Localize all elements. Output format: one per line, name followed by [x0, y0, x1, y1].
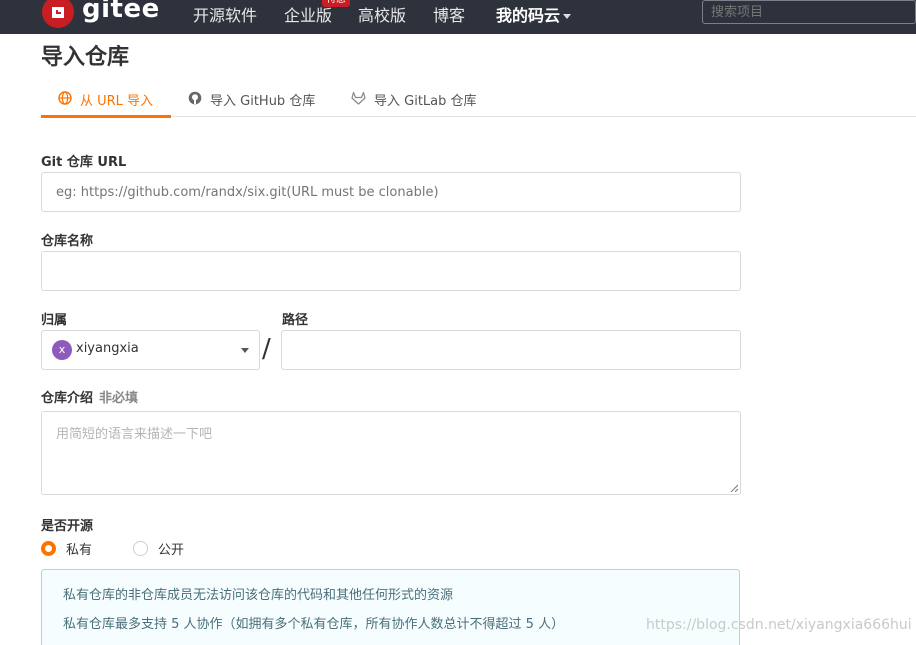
path-separator: / [262, 334, 271, 364]
nav-university[interactable]: 高校版 [358, 2, 406, 26]
radio-public[interactable]: 公开 [133, 539, 184, 558]
path-input[interactable] [281, 330, 741, 370]
tab-label: 导入 GitLab 仓库 [374, 94, 477, 109]
avatar: x [52, 340, 72, 360]
description-label: 仓库介绍 非必填 [41, 387, 138, 406]
tab-label: 导入 GitHub 仓库 [210, 94, 316, 109]
repo-name-input[interactable] [41, 251, 741, 291]
search-input[interactable] [702, 0, 916, 24]
tab-import-url[interactable]: 从 URL 导入 [58, 90, 153, 116]
nav-my-gitee-label: 我的码云 [496, 6, 561, 25]
owner-select[interactable]: x xiyangxia [41, 330, 260, 370]
info-line: 私有仓库的非仓库成员无法访问该仓库的代码和其他任何形式的资源 [63, 588, 454, 603]
info-line: 私有仓库最多支持 5 人协作（如拥有多个私有仓库，所有协作人数总计不得超过 5 … [63, 617, 565, 632]
radio-label: 公开 [158, 543, 185, 558]
private-info-box: 私有仓库的非仓库成员无法访问该仓库的代码和其他任何形式的资源 私有仓库最多支持 … [41, 569, 740, 645]
watermark: https://blog.csdn.net/xiyangxia666hui [646, 617, 912, 633]
description-label-text: 仓库介绍 [41, 391, 94, 406]
nav-open-source[interactable]: 开源软件 [193, 2, 257, 26]
chevron-down-icon [563, 14, 572, 19]
tab-import-gitlab[interactable]: 导入 GitLab 仓库 [351, 90, 477, 116]
optional-hint: 非必填 [99, 391, 139, 406]
logo-text[interactable]: gitee [82, 0, 160, 24]
tab-import-github[interactable]: 导入 GitHub 仓库 [188, 90, 315, 116]
git-url-label: Git 仓库 URL [41, 155, 127, 170]
active-tab-indicator [41, 115, 171, 118]
git-url-input[interactable] [41, 172, 741, 212]
chevron-down-icon [241, 348, 249, 353]
gitlab-icon [351, 91, 366, 109]
visibility-label: 是否开源 [41, 519, 94, 534]
globe-icon [58, 91, 72, 109]
owner-value: xiyangxia [76, 341, 139, 356]
radio-unchecked-icon [133, 541, 148, 556]
nav-my-gitee[interactable]: 我的码云 [496, 2, 572, 26]
page-title: 导入仓库 [41, 45, 130, 70]
radio-private[interactable]: 私有 [41, 539, 92, 558]
path-label: 路径 [282, 313, 309, 328]
resize-handle-icon[interactable] [730, 484, 738, 492]
promo-badge: 特惠 [322, 0, 350, 7]
description-textarea[interactable]: 用简短的语言来描述一下吧 [41, 411, 741, 495]
tab-label: 从 URL 导入 [80, 94, 154, 109]
owner-label: 归属 [41, 313, 68, 328]
repo-name-label: 仓库名称 [41, 234, 94, 249]
tabs-divider [41, 116, 916, 117]
radio-label: 私有 [66, 543, 93, 558]
gitee-logo-icon[interactable] [42, 0, 74, 28]
description-placeholder: 用简短的语言来描述一下吧 [56, 427, 213, 442]
nav-blog[interactable]: 博客 [433, 2, 465, 26]
github-icon [188, 91, 202, 109]
top-navbar: gitee 开源软件 企业版 特惠 高校版 博客 我的码云 [0, 0, 916, 34]
radio-checked-icon [41, 541, 56, 556]
